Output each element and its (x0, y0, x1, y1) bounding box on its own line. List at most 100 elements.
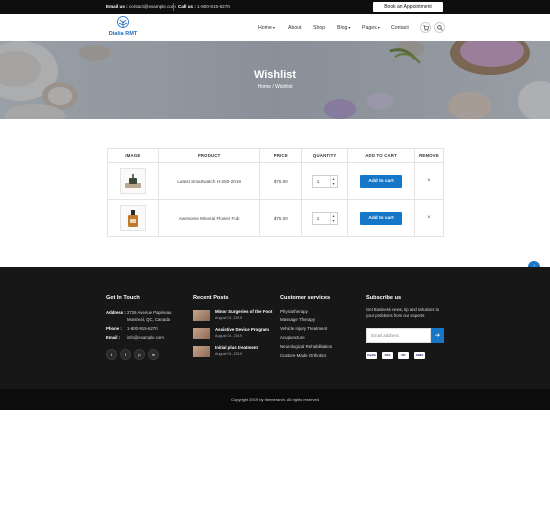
service-link[interactable]: Acupuncture (280, 335, 305, 340)
nav-home[interactable]: Home▾ (258, 25, 275, 31)
cart-button[interactable] (420, 22, 431, 33)
address-line-2: Montreal, QC, Canada (127, 317, 170, 322)
call-value[interactable]: 1-800-915-6270 (197, 4, 230, 9)
footer-heading-services: Customer services (280, 295, 331, 301)
twitter-button[interactable]: t (106, 349, 117, 360)
add-to-cart-cell: Add to cart (347, 162, 416, 200)
quantity-value[interactable]: 1 (317, 216, 320, 221)
call-label: Call us : (178, 4, 196, 9)
post-date: August 01, 2019 (215, 334, 242, 338)
quantity-value[interactable]: 1 (317, 179, 320, 184)
product-thumbnail[interactable] (119, 205, 146, 231)
pinterest-button[interactable]: p (134, 349, 145, 360)
footer-address-label: Address : (106, 310, 126, 315)
product-name[interactable]: Latest Smartwatch H-250-2018 (157, 162, 261, 200)
nav-blog[interactable]: Blog▾ (337, 25, 350, 31)
product-thumbnail[interactable] (119, 168, 146, 194)
topbar-phone[interactable]: Call us : 1-800-915-6270 (178, 4, 230, 9)
quantity-stepper[interactable]: 1 ▲ ▼ (311, 211, 338, 225)
twitter-icon: t (110, 352, 113, 357)
column-header-remove: REMOVE (414, 148, 444, 163)
remove-cell: × (414, 199, 444, 237)
service-link[interactable]: Massage Therapy (280, 317, 315, 322)
post-date: August 01, 2019 (215, 352, 242, 356)
post-thumbnail[interactable] (193, 310, 210, 321)
wishlist-table: IMAGE PRODUCT PRICE QUANTITY ADD TO CART… (107, 148, 444, 237)
nav-blog-label: Blog (337, 25, 348, 31)
nav-pages-label: Pages (362, 25, 377, 31)
address-line-1: 2726 Avenue Papineau (127, 310, 172, 315)
visa-icon: VISA (382, 352, 393, 359)
add-to-cart-button[interactable]: Add to cart (360, 174, 403, 188)
product-name[interactable]: Awesome Mineral Flower Fub (157, 199, 261, 237)
site-logo[interactable]: Dialia RMT (106, 16, 140, 40)
decrement-icon[interactable]: ▼ (332, 219, 335, 223)
email-label: Email : (106, 335, 121, 340)
search-icon (436, 24, 443, 31)
email-value[interactable]: info@example.com (127, 335, 164, 340)
column-header-image: IMAGE (107, 148, 159, 163)
quantity-arrows: ▲ ▼ (329, 175, 337, 187)
footer-heading-posts: Recent Posts (193, 295, 229, 301)
image-cell (107, 199, 159, 237)
site-header: Dialia RMT Home▾ About Shop Blog▾ Pages▾… (0, 14, 550, 41)
footer-heading-contact: Get In Touch (106, 295, 140, 301)
breadcrumb-current: Wishlist (275, 84, 293, 90)
product-image (124, 174, 141, 188)
page-title: Wishlist (253, 69, 297, 81)
pinterest-icon: p (138, 352, 141, 357)
email-value[interactable]: contact@example.com (129, 4, 176, 9)
post-thumbnail[interactable] (193, 346, 210, 357)
phone-value[interactable]: 1-800-915-6270 (127, 326, 158, 331)
add-to-cart-button[interactable]: Add to cart (360, 211, 403, 225)
email-placeholder: Email address (371, 333, 399, 338)
nav-contact[interactable]: Contact (391, 25, 409, 31)
footer-phone-label: Phone : (106, 326, 122, 331)
image-cell (107, 162, 159, 200)
service-link[interactable]: Neurological Rehabilitation (280, 344, 332, 349)
footer-email-label: Email : (106, 335, 120, 340)
page-banner: Wishlist Home / Wishlist (0, 41, 550, 119)
subscribe-button[interactable]: ➜ (431, 328, 444, 343)
facebook-icon: f (124, 352, 127, 357)
product-price: $75.00 (259, 162, 303, 200)
book-appointment-button[interactable]: Book an Appointment (373, 2, 443, 12)
post-title[interactable]: Initial plus treatment (215, 345, 258, 350)
post-title[interactable]: Minor Surgeries of the Foot (215, 309, 272, 314)
linkedin-icon: in (151, 352, 156, 357)
service-link[interactable]: Custom-Made Orthotics (280, 353, 326, 358)
nav-about[interactable]: About (288, 25, 302, 31)
copyright-text: Copyright 2019 by themerarch. All rights… (231, 397, 319, 402)
amex-icon: AMEX (414, 352, 425, 359)
quantity-arrows: ▲ ▼ (329, 212, 337, 224)
column-header-add-to-cart: ADD TO CART (347, 148, 416, 163)
facebook-button[interactable]: f (120, 349, 131, 360)
chevron-down-icon: ▾ (377, 25, 380, 30)
quantity-cell: 1 ▲ ▼ (301, 162, 349, 200)
search-button[interactable] (434, 22, 445, 33)
increment-icon[interactable]: ▲ (332, 214, 335, 218)
email-label: Email us : (106, 4, 128, 9)
email-input[interactable]: Email address (366, 328, 431, 343)
post-thumbnail[interactable] (193, 328, 210, 339)
address-label: Address : (106, 310, 126, 315)
arrow-right-icon: ➜ (434, 333, 441, 339)
service-link[interactable]: Vehicle Injury Treatment (280, 326, 327, 331)
nav-pages[interactable]: Pages▾ (362, 25, 380, 31)
post-title[interactable]: Assistive Device Program (215, 327, 269, 332)
increment-icon[interactable]: ▲ (332, 177, 335, 181)
quantity-stepper[interactable]: 1 ▲ ▼ (311, 174, 338, 188)
nav-shop[interactable]: Shop (313, 25, 325, 31)
add-to-cart-cell: Add to cart (347, 199, 416, 237)
linkedin-button[interactable]: in (148, 349, 159, 360)
column-header-product: PRODUCT (157, 148, 261, 163)
top-bar: Email us : contact@example.com Call us :… (0, 0, 550, 14)
decrement-icon[interactable]: ▼ (332, 182, 335, 186)
remove-icon[interactable]: × (427, 215, 431, 221)
breadcrumb-home[interactable]: Home (258, 84, 271, 90)
remove-icon[interactable]: × (427, 178, 431, 184)
topbar-email[interactable]: Email us : contact@example.com (106, 4, 176, 9)
mastercard-icon: MC (398, 352, 409, 359)
service-link[interactable]: Physiotherapy (280, 309, 308, 314)
table-row: Awesome Mineral Flower Fub $75.00 1 ▲ ▼ … (107, 199, 444, 237)
